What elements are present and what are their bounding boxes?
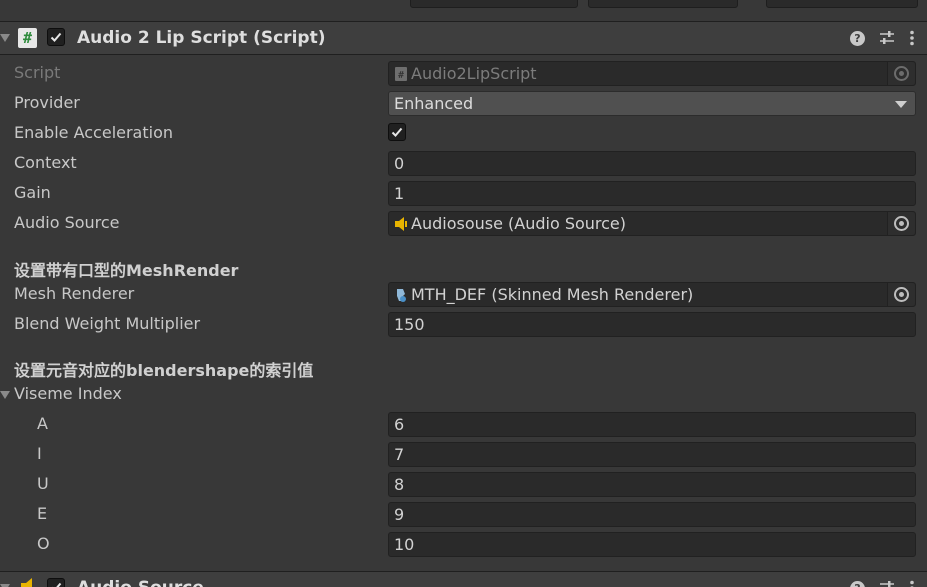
audio-source-field[interactable]: Audiosouse (Audio Source) — [388, 211, 916, 236]
mesh-renderer-label: Mesh Renderer — [14, 284, 135, 303]
blend-weight-value: 150 — [394, 315, 425, 334]
viseme-index-row[interactable]: Viseme Index — [0, 380, 927, 410]
mesh-renderer-field[interactable]: MTH_DEF (Skinned Mesh Renderer) — [388, 282, 916, 307]
script-value: Audio2LipScript — [411, 64, 537, 83]
inspector-panel: # Audio 2 Lip Script (Script) ? Script #… — [0, 0, 927, 587]
blend-weight-row: Blend Weight Multiplier 150 — [0, 310, 927, 340]
viseme-item-input[interactable]: 6 — [388, 412, 916, 437]
script-icon: # — [18, 28, 37, 48]
viseme-item-value: 6 — [394, 415, 405, 434]
object-picker-icon[interactable] — [887, 283, 915, 306]
presets-icon[interactable] — [879, 580, 895, 587]
viseme-item-value: 10 — [394, 535, 415, 554]
audio-source-value: Audiosouse (Audio Source) — [411, 214, 627, 233]
help-icon[interactable]: ? — [850, 30, 865, 46]
viseme-item-label: O — [37, 534, 50, 553]
separator — [0, 54, 927, 55]
acceleration-row: Enable Acceleration — [0, 119, 927, 149]
viseme-item-label: A — [37, 414, 48, 433]
header-icons: ? — [850, 29, 915, 47]
script-row: Script # Audio2LipScript — [0, 59, 927, 89]
foldout-arrow-icon[interactable] — [0, 391, 10, 399]
provider-value: Enhanced — [394, 94, 474, 113]
viseme-item-value: 7 — [394, 445, 405, 464]
more-options-icon[interactable] — [909, 580, 915, 587]
script-label: Script — [14, 63, 61, 82]
object-picker-icon — [887, 62, 915, 85]
provider-row: Provider Enhanced — [0, 89, 927, 119]
viseme-item-input[interactable]: 8 — [388, 472, 916, 497]
gain-label: Gain — [14, 183, 51, 202]
presets-icon[interactable] — [879, 30, 895, 46]
checkmark-icon — [52, 582, 62, 587]
mesh-section-header: 设置带有口型的MeshRender — [14, 261, 239, 280]
viseme-item-label: U — [37, 474, 49, 493]
object-picker-icon[interactable] — [887, 212, 915, 235]
header-icons: ? — [850, 579, 915, 587]
viseme-item-label: E — [37, 504, 48, 523]
script-field[interactable]: # Audio2LipScript — [388, 61, 916, 86]
gain-input[interactable]: 1 — [388, 181, 916, 206]
context-label: Context — [14, 153, 77, 172]
checkmark-icon — [50, 32, 62, 42]
svg-text:#: # — [398, 70, 404, 81]
viseme-item-row: O 10 — [0, 530, 927, 560]
blend-weight-label: Blend Weight Multiplier — [14, 314, 201, 333]
help-icon[interactable]: ? — [850, 580, 865, 587]
acceleration-checkbox[interactable] — [388, 123, 406, 141]
previous-field[interactable] — [588, 0, 738, 8]
viseme-item-input[interactable]: 9 — [388, 502, 916, 527]
component-enabled-checkbox[interactable] — [47, 578, 65, 587]
provider-label: Provider — [14, 93, 80, 112]
skinned-mesh-renderer-icon — [397, 289, 406, 302]
script-file-icon: # — [395, 67, 407, 81]
component-header[interactable]: # Audio 2 Lip Script (Script) ? — [0, 22, 927, 54]
foldout-arrow-icon[interactable] — [0, 34, 10, 42]
viseme-item-input[interactable]: 10 — [388, 532, 916, 557]
viseme-index-label: Viseme Index — [14, 384, 122, 403]
previous-field[interactable] — [410, 0, 578, 8]
mesh-renderer-row: Mesh Renderer MTH_DEF (Skinned Mesh Rend… — [0, 280, 927, 310]
provider-dropdown[interactable]: Enhanced — [388, 91, 916, 116]
blend-weight-input[interactable]: 150 — [388, 312, 916, 337]
viseme-item-row: I 7 — [0, 440, 927, 470]
next-component-header[interactable]: Audio Source ? — [0, 572, 927, 587]
viseme-item-value: 8 — [394, 475, 405, 494]
context-input[interactable]: 0 — [388, 151, 916, 176]
context-value: 0 — [394, 154, 405, 173]
audio-source-row: Audio Source Audiosouse (Audio Source) — [0, 209, 927, 239]
dropdown-arrow-icon — [895, 101, 907, 108]
audio-source-icon — [21, 578, 32, 587]
component-enabled-checkbox[interactable] — [47, 28, 65, 46]
viseme-item-row: U 8 — [0, 470, 927, 500]
audio-source-label: Audio Source — [14, 213, 120, 232]
more-options-icon[interactable] — [909, 30, 915, 46]
viseme-item-label: I — [37, 444, 42, 463]
acceleration-label: Enable Acceleration — [14, 123, 174, 142]
viseme-item-input[interactable]: 7 — [388, 442, 916, 467]
next-component-title: Audio Source — [77, 578, 204, 587]
gain-row: Gain 1 — [0, 179, 927, 209]
context-row: Context 0 — [0, 149, 927, 179]
previous-field[interactable] — [766, 0, 918, 8]
checkmark-icon — [391, 127, 403, 137]
previous-component-remnant — [0, 0, 927, 22]
viseme-section-header: 设置元音对应的blendershape的索引值 — [14, 361, 314, 380]
audio-source-icon — [395, 217, 407, 231]
viseme-item-row: E 9 — [0, 500, 927, 530]
gain-value: 1 — [394, 184, 405, 203]
mesh-renderer-value: MTH_DEF (Skinned Mesh Renderer) — [411, 285, 694, 304]
viseme-item-value: 9 — [394, 505, 405, 524]
viseme-item-row: A 6 — [0, 410, 927, 440]
component-title: Audio 2 Lip Script (Script) — [77, 28, 326, 48]
